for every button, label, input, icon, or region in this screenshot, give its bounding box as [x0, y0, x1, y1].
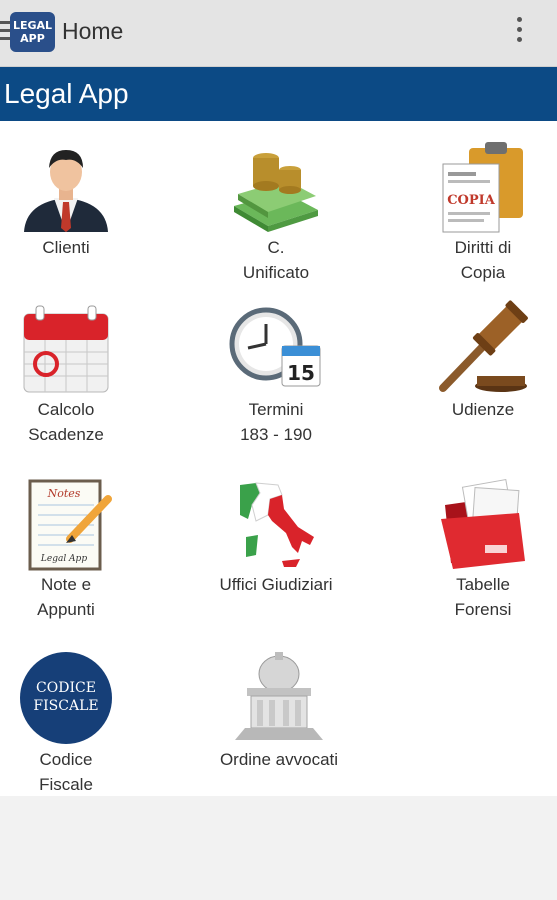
courthouse-icon: [235, 652, 323, 740]
tile-termini[interactable]: 15 Termini 183 - 190: [186, 300, 366, 446]
tile-label: Calcolo: [37, 400, 95, 419]
tile-label: Note e: [40, 575, 92, 594]
tile-label: Diritti di: [454, 238, 512, 257]
tile-contributo-unificato[interactable]: C. Unificato: [186, 138, 366, 284]
badge-line2-text: FISCALE: [33, 698, 98, 714]
codice-fiscale-badge-icon: CODICE FISCALE: [20, 652, 112, 744]
app-bar: LEGAL APP Home: [0, 0, 557, 67]
tile-label-2: Forensi: [454, 600, 512, 619]
tile-label: Uffici Giudiziari: [219, 575, 333, 594]
doc-copia-text: COPIA: [447, 193, 496, 208]
tile-label: Ordine avvocati: [219, 750, 339, 769]
clock-calendar-icon: 15: [229, 307, 321, 387]
page-title: Home: [62, 18, 124, 44]
calendar-day-text: 15: [287, 361, 315, 385]
tile-note-appunti[interactable]: Notes Legal App Note e Appunti: [0, 475, 156, 621]
client-person-icon: [24, 150, 108, 232]
tile-calcolo-scadenze[interactable]: Calcolo Scadenze: [0, 300, 156, 446]
app-logo[interactable]: LEGAL APP: [10, 12, 55, 52]
logo-line1: LEGAL: [12, 19, 53, 32]
tile-label-2: Unificato: [242, 263, 310, 282]
logo-line2: APP: [20, 32, 45, 45]
tile-clienti[interactable]: Clienti: [0, 138, 156, 261]
tile-label: Tabelle: [456, 575, 510, 594]
tile-udienze[interactable]: Udienze: [393, 300, 557, 423]
empty-area: [0, 796, 557, 900]
overflow-menu-icon[interactable]: [514, 17, 524, 49]
badge-line1-text: CODICE: [36, 680, 96, 696]
tile-label: Clienti: [42, 238, 90, 257]
app-banner: Legal App: [0, 67, 557, 121]
clipboard-copy-icon: COPIA: [442, 142, 523, 233]
notebook-pencil-icon: Notes Legal App: [28, 479, 112, 571]
tile-label: Termini: [248, 400, 304, 419]
gavel-icon: [439, 300, 528, 392]
notebook-sign-text: Legal App: [40, 554, 87, 564]
tile-tabelle-forensi[interactable]: Tabelle Forensi: [393, 475, 557, 621]
tile-label-2: Copia: [460, 263, 506, 282]
tile-label: Codice: [39, 750, 93, 769]
tile-label-2: 183 - 190: [240, 425, 312, 444]
tile-label: Udienze: [451, 400, 515, 419]
tile-label-2: Scadenze: [28, 425, 104, 444]
tile-label-2: Fiscale: [39, 775, 93, 794]
tile-uffici-giudiziari[interactable]: Uffici Giudiziari: [186, 475, 366, 598]
tile-label-2: Appunti: [37, 600, 95, 619]
calendar-icon: [23, 305, 109, 393]
notebook-title-text: Notes: [47, 487, 81, 500]
red-folder-icon: [441, 479, 525, 569]
tile-label: C.: [267, 238, 285, 257]
menu-icon[interactable]: [0, 21, 10, 43]
italy-map-icon: [240, 482, 314, 567]
tile-diritti-copia[interactable]: COPIA Diritti di Copia: [393, 138, 557, 284]
tile-codice-fiscale[interactable]: CODICE FISCALE Codice Fiscale: [0, 650, 156, 796]
money-stack-icon: [234, 153, 318, 232]
tile-ordine-avvocati[interactable]: Ordine avvocati: [189, 650, 369, 773]
